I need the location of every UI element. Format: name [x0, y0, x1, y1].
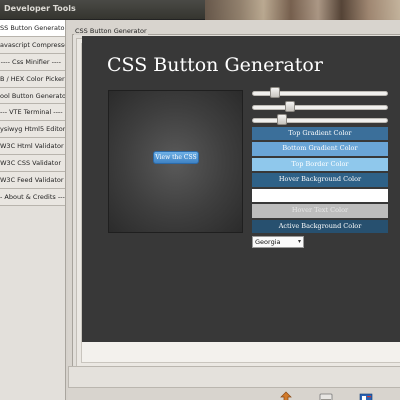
color-button[interactable]: Bottom Gradient Color: [252, 142, 388, 156]
window-titlebar: Developer Tools: [0, 0, 400, 20]
generator-canvas: CSS Button Generator View the CSS Top Gr…: [82, 36, 400, 342]
sidebar-item[interactable]: W3C CSS Validator: [0, 155, 65, 173]
color-button-group: Top Gradient Color Bottom Gradient Color T…: [252, 127, 388, 235]
view-css-button[interactable]: View the CSS: [153, 151, 199, 164]
color-button[interactable]: Top Border Color: [252, 157, 388, 172]
slider-2[interactable]: [252, 100, 388, 114]
sidebar-item[interactable]: ---- Css Minifier ----: [0, 53, 65, 71]
slider-thumb[interactable]: [277, 114, 288, 125]
page-title: CSS Button Generator: [107, 54, 323, 76]
window-title: Developer Tools: [4, 4, 76, 13]
tool-sidebar: SS Button Generator avascript Compressor -…: [0, 20, 66, 400]
bottom-toolbar: [68, 366, 400, 400]
sidebar-item[interactable]: SS Button Generator: [0, 20, 65, 37]
slider-thumb[interactable]: [284, 100, 295, 112]
slider-track: [252, 104, 388, 110]
frame-label: CSS Button Generator: [74, 27, 148, 35]
background-image-strip: [205, 0, 400, 20]
color-button[interactable]: Active Background Color: [252, 219, 388, 234]
slider-1[interactable]: [252, 87, 388, 100]
color-button[interactable]: Top Gradient Color: [252, 127, 388, 141]
upload-arrow-icon[interactable]: [279, 391, 293, 400]
sidebar-item[interactable]: W3C Feed Validator: [0, 172, 65, 189]
sidebar-item[interactable]: W3C Html Validator: [0, 138, 65, 156]
drive-icon[interactable]: [319, 391, 333, 400]
toolbar-field: [68, 366, 400, 388]
button-preview-area: View the CSS: [108, 90, 243, 233]
slider-track: [252, 118, 388, 123]
font-select-value: Georgia: [255, 238, 281, 246]
slider-3[interactable]: [252, 114, 388, 127]
sidebar-item[interactable]: - About & Credits ---: [0, 188, 65, 206]
slider-group: [252, 87, 388, 128]
slider-thumb[interactable]: [269, 87, 280, 98]
sidebar-item[interactable]: --- VTE Terminal ----: [0, 104, 65, 122]
sidebar-item[interactable]: avascript Compressor: [0, 36, 65, 54]
font-select[interactable]: Georgia ▾: [252, 236, 304, 248]
color-button[interactable]: Hover Background Color: [252, 173, 388, 187]
sidebar-item[interactable]: ysiwyg Html5 Editor: [0, 121, 65, 139]
chevron-down-icon: ▾: [297, 238, 301, 245]
color-button[interactable]: Hover Text Color: [252, 204, 388, 218]
color-button[interactable]: Text Color: [252, 188, 388, 203]
sidebar-item[interactable]: B / HEX Color Picker: [0, 70, 65, 88]
flag-icon[interactable]: [359, 391, 373, 400]
sidebar-item[interactable]: ool Button Generator: [0, 87, 65, 105]
